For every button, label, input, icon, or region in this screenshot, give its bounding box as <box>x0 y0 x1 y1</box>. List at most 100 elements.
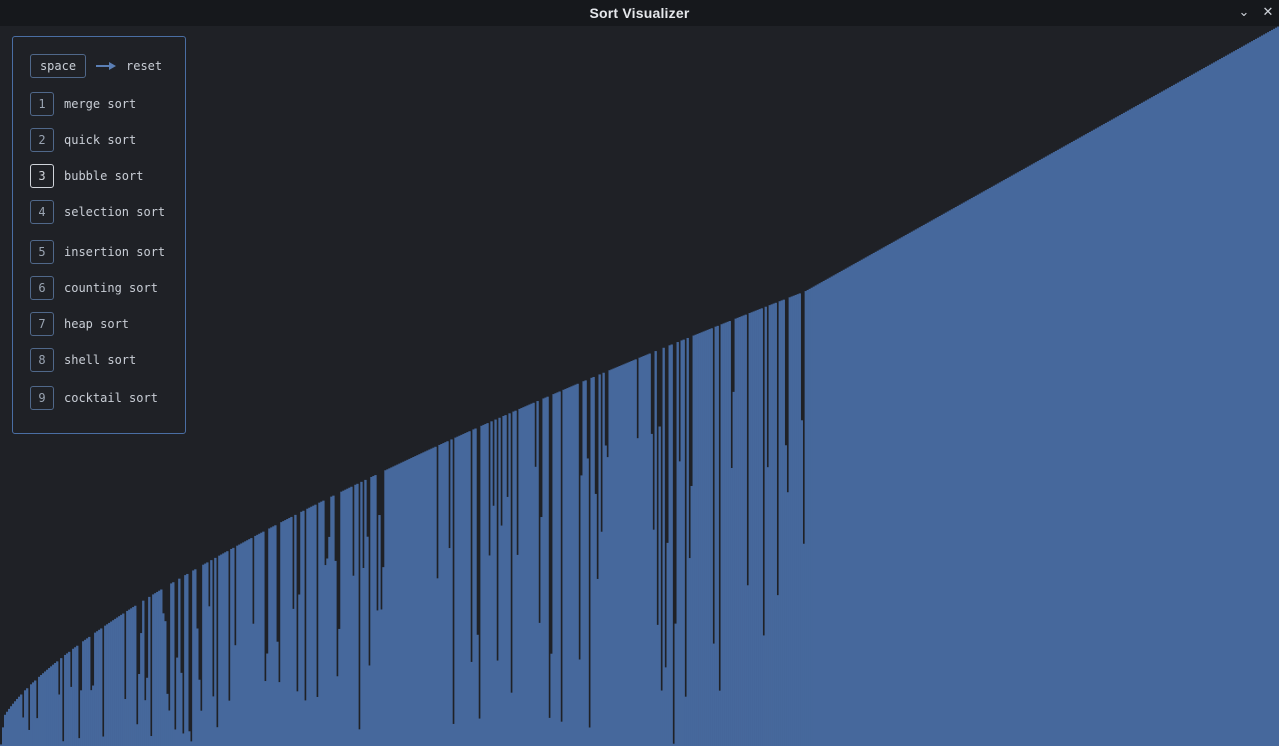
sort-bar <box>38 676 41 746</box>
key-3[interactable]: 3 <box>30 164 54 188</box>
sort-bar <box>328 536 331 746</box>
sort-bar <box>1034 162 1038 746</box>
sort-bar <box>1080 136 1084 746</box>
sort-bar <box>362 567 365 746</box>
sort-bar <box>1196 71 1200 746</box>
sort-bar <box>562 389 565 746</box>
algorithm-counting-sort[interactable]: 6 counting sort <box>30 276 158 300</box>
sort-bar <box>1262 34 1266 746</box>
sort-bar <box>120 614 123 746</box>
sort-bar <box>70 686 73 746</box>
sort-bar <box>1162 90 1166 746</box>
sort-bar <box>372 476 375 746</box>
sort-bar <box>14 701 17 746</box>
sort-bar <box>208 606 211 746</box>
sort-bar <box>1058 148 1062 746</box>
algorithm-insertion-sort[interactable]: 5 insertion sort <box>30 240 165 264</box>
key-9[interactable]: 9 <box>30 386 54 410</box>
sort-bar <box>692 335 695 746</box>
key-2[interactable]: 2 <box>30 128 54 152</box>
sort-bar <box>442 443 445 746</box>
algorithm-selection-sort[interactable]: 4 selection sort <box>30 200 165 224</box>
sort-bar <box>430 448 433 746</box>
sort-bar <box>768 305 771 746</box>
sort-bar <box>808 288 811 746</box>
algorithm-cocktail-sort[interactable]: 9 cocktail sort <box>30 386 158 410</box>
sort-bar <box>868 255 872 746</box>
algorithm-bubble-sort[interactable]: 3 bubble sort <box>30 164 143 188</box>
sort-bar <box>806 289 809 746</box>
sort-bar <box>228 700 231 746</box>
sort-bar <box>520 408 523 746</box>
sort-bar <box>1122 112 1126 746</box>
sort-bar <box>466 432 469 746</box>
sort-bar <box>644 355 647 746</box>
sort-bar <box>258 533 261 746</box>
key-1[interactable]: 1 <box>30 92 54 116</box>
sort-bar <box>1008 176 1012 746</box>
sort-bar <box>252 623 255 746</box>
sort-bar <box>282 521 285 746</box>
sort-bar <box>450 439 453 746</box>
sort-bar <box>1048 154 1052 746</box>
sort-bar <box>202 564 205 746</box>
sort-bar <box>460 434 463 746</box>
sort-bar <box>378 515 381 746</box>
algorithm-merge-sort[interactable]: 1 merge sort <box>30 92 136 116</box>
sort-bar <box>1260 35 1264 746</box>
sort-bar <box>786 492 789 746</box>
chevron-down-icon[interactable]: ⌄ <box>1235 3 1253 21</box>
algorithm-quick-sort[interactable]: 2 quick sort <box>30 128 136 152</box>
sort-bar <box>8 708 11 746</box>
sort-bar <box>82 641 85 746</box>
sort-bar <box>862 258 866 746</box>
sort-bar <box>754 310 757 746</box>
sort-bar <box>1248 42 1252 746</box>
key-7[interactable]: 7 <box>30 312 54 336</box>
sort-bar <box>470 661 473 746</box>
sort-bar <box>852 264 856 746</box>
sort-bar <box>554 393 557 746</box>
key-8[interactable]: 8 <box>30 348 54 372</box>
sort-bar <box>1174 83 1178 746</box>
sort-bar <box>456 436 459 746</box>
sort-bar <box>512 411 515 746</box>
sort-bar <box>1014 173 1018 746</box>
sort-bar <box>28 729 31 746</box>
sort-bar <box>6 711 9 746</box>
key-6[interactable]: 6 <box>30 276 54 300</box>
algorithm-shell-sort[interactable]: 8 shell sort <box>30 348 136 372</box>
sort-bar <box>558 391 561 746</box>
sort-bar <box>126 610 129 746</box>
key-5[interactable]: 5 <box>30 240 54 264</box>
sort-bar <box>658 426 661 746</box>
key-4[interactable]: 4 <box>30 200 54 224</box>
sort-bar <box>498 417 501 746</box>
algorithm-heap-sort[interactable]: 7 heap sort <box>30 312 129 336</box>
sort-bar <box>1144 100 1148 746</box>
sort-bar <box>1192 73 1196 746</box>
sort-bar <box>1120 113 1124 746</box>
sort-bar <box>124 699 127 746</box>
space-key[interactable]: space <box>30 54 86 78</box>
sort-bar <box>540 517 543 746</box>
sort-bar <box>1006 177 1010 746</box>
reset-control[interactable]: space reset <box>30 54 162 78</box>
sort-bar <box>1234 50 1238 746</box>
close-icon[interactable]: ✕ <box>1259 3 1277 21</box>
sort-bar <box>216 727 219 746</box>
sort-bar <box>812 286 815 746</box>
sort-bar <box>740 316 743 746</box>
sort-bar <box>200 710 203 746</box>
sort-bar <box>188 731 191 746</box>
sort-bar <box>1108 120 1112 746</box>
sort-bar <box>602 372 605 746</box>
sort-bar <box>272 526 275 746</box>
sort-bar <box>502 415 505 746</box>
sort-bar <box>368 665 371 746</box>
sort-bar <box>586 458 589 746</box>
sort-bar <box>100 628 103 746</box>
sort-bar <box>798 293 801 746</box>
sort-bar <box>386 469 389 746</box>
sort-bar <box>864 257 868 746</box>
